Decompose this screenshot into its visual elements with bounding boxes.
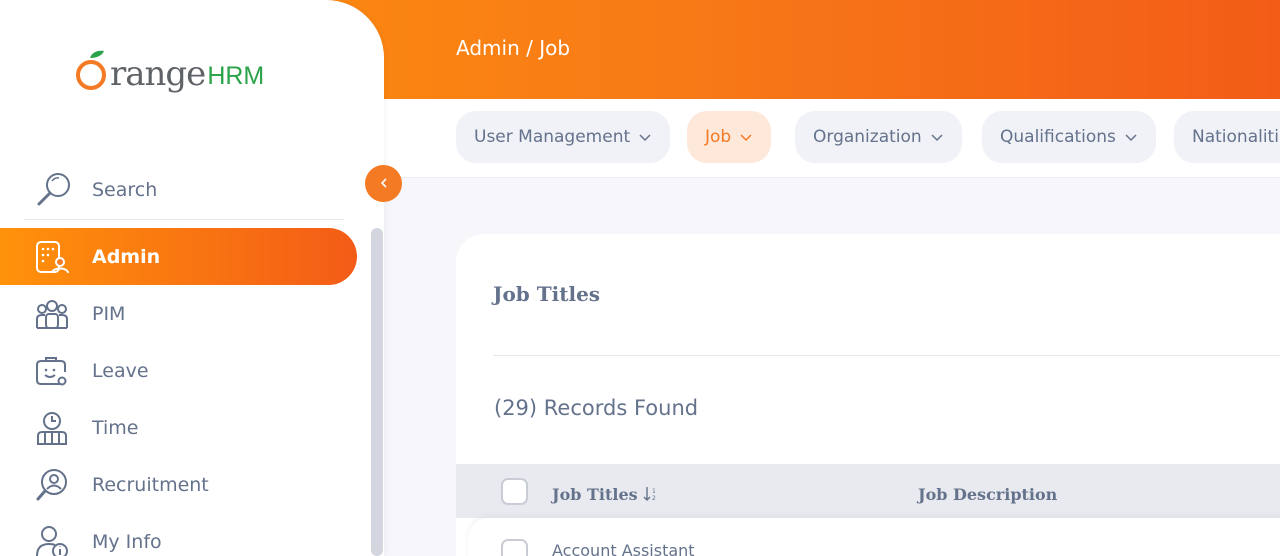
admin-icon (34, 239, 70, 275)
sidebar-search[interactable]: Search (24, 160, 344, 220)
sidebar-item-admin[interactable]: Admin (0, 228, 357, 285)
tab-label: User Management (474, 127, 631, 147)
svg-text:2: 2 (652, 495, 656, 502)
sidebar-item-label: PIM (92, 302, 126, 325)
recruitment-icon (34, 467, 70, 503)
sidebar-item-my-info[interactable]: My Info (0, 513, 360, 556)
logo-word: range (110, 54, 206, 94)
chevron-down-icon (739, 130, 753, 144)
chevron-left-icon (378, 174, 390, 193)
records-count: (29) Records Found (494, 396, 699, 420)
search-label: Search (92, 178, 158, 201)
page-title: Job Titles (493, 282, 601, 306)
tab-label: Nationalities (1192, 127, 1280, 147)
main-menu: Admin PIM Leave Time Recruitment My Info (0, 228, 360, 556)
orange-logo-icon (76, 50, 106, 90)
sidebar: range HRM Search Admin PIM Leave Time Re… (0, 0, 384, 556)
logo-hrm: HRM (207, 62, 265, 90)
sidebar-item-label: Recruitment (92, 473, 209, 496)
tab-organization[interactable]: Organization (795, 111, 962, 163)
tab-label: Organization (813, 127, 922, 147)
table-header: Job Titles 1 2 Job Description (456, 464, 1280, 518)
svg-text:1: 1 (652, 488, 656, 495)
sidebar-scrollbar[interactable] (371, 228, 383, 556)
admin-subnav: User Management Job Organization Qualifi… (384, 99, 1280, 178)
table-row[interactable]: Account Assistant (468, 518, 1280, 556)
sidebar-item-label: Admin (92, 245, 161, 268)
tab-qualifications[interactable]: Qualifications (982, 111, 1156, 163)
sidebar-item-label: My Info (92, 530, 162, 553)
row-checkbox[interactable] (501, 539, 528, 556)
chevron-down-icon (1124, 130, 1138, 144)
leave-icon (34, 353, 70, 389)
column-header-job-description: Job Description (918, 485, 1058, 504)
divider (493, 355, 1280, 356)
job-titles-card: Job Titles (29) Records Found Job Titles… (456, 234, 1280, 556)
sidebar-item-time[interactable]: Time (0, 399, 360, 456)
sidebar-item-label: Leave (92, 359, 149, 382)
select-all-checkbox[interactable] (501, 478, 528, 505)
sidebar-item-label: Time (92, 416, 139, 439)
breadcrumb: Admin / Job (456, 36, 571, 60)
search-icon (34, 170, 74, 210)
tab-label: Qualifications (1000, 127, 1116, 147)
orangehrm-logo[interactable]: range HRM (74, 48, 264, 91)
time-icon (34, 410, 70, 446)
sidebar-item-recruitment[interactable]: Recruitment (0, 456, 360, 513)
sidebar-item-leave[interactable]: Leave (0, 342, 360, 399)
my-info-icon (34, 524, 70, 556)
chevron-down-icon (930, 130, 944, 144)
tab-label: Job (705, 127, 732, 147)
pim-icon (34, 296, 70, 332)
sidebar-item-pim[interactable]: PIM (0, 285, 360, 342)
column-header-job-titles: Job Titles (552, 485, 638, 504)
job-title-cell: Account Assistant (552, 541, 695, 556)
sort-icon[interactable]: 1 2 (642, 485, 660, 503)
tab-user-management[interactable]: User Management (456, 111, 671, 163)
chevron-down-icon (638, 130, 652, 144)
collapse-sidebar-button[interactable] (365, 165, 402, 202)
tab-nationalities[interactable]: Nationalities (1174, 111, 1280, 163)
tab-job[interactable]: Job (687, 111, 772, 163)
